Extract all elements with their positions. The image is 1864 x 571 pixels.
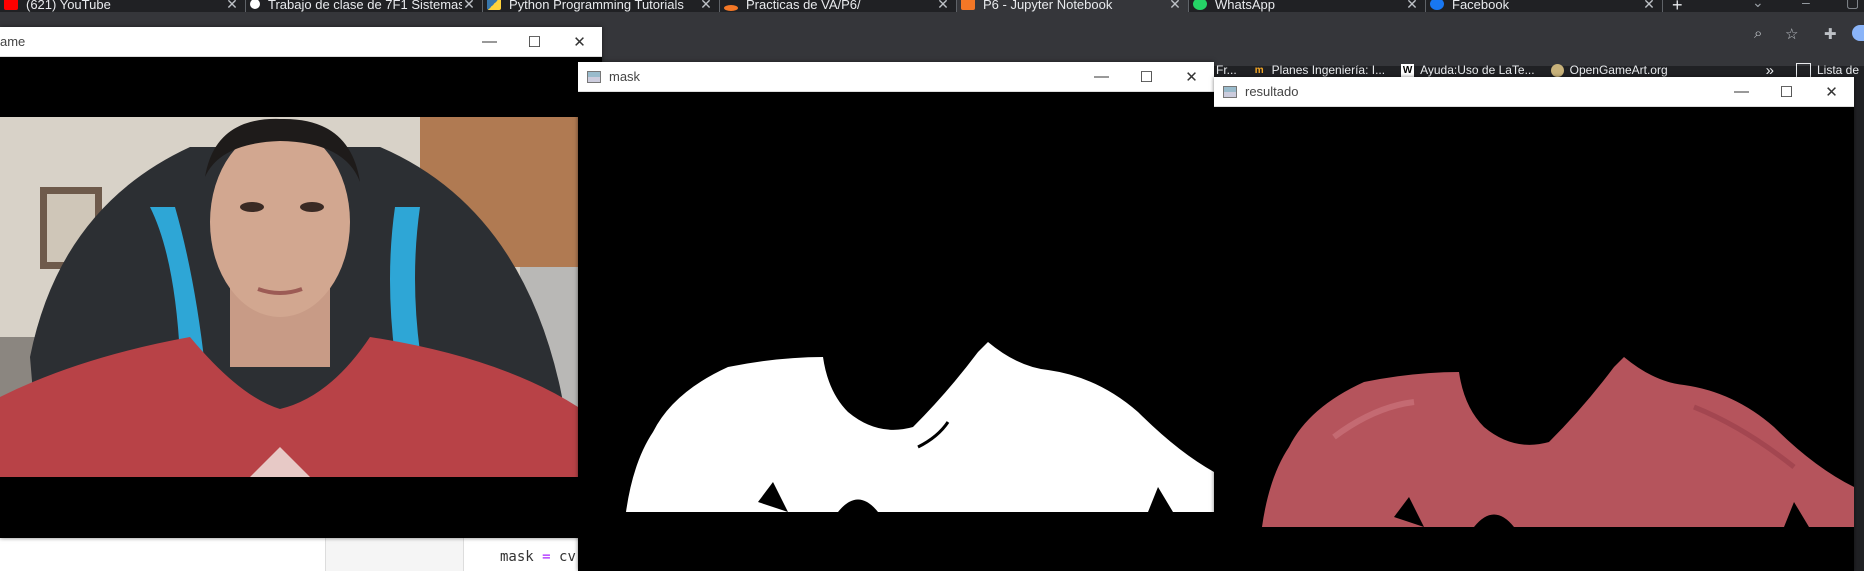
close-icon[interactable]: ✕ <box>557 33 602 51</box>
frame-window[interactable]: ame — ☐ ✕ <box>0 27 602 538</box>
close-icon[interactable]: ✕ <box>1169 68 1214 86</box>
extensions-icon[interactable]: ✚ <box>1824 25 1837 43</box>
browser-tab-strip: (621) YouTube ✕ Trabajo de clase de 7F1 … <box>0 0 1864 12</box>
minimize-icon[interactable]: — <box>467 33 512 50</box>
close-icon[interactable]: ✕ <box>225 0 239 12</box>
opengameart-icon <box>1550 63 1564 77</box>
maximize-icon[interactable]: ☐ <box>512 33 557 51</box>
code-call: cv <box>559 549 576 565</box>
star-icon[interactable]: ☆ <box>1785 25 1798 43</box>
frame-image <box>0 57 602 538</box>
binary-mask <box>578 92 1214 571</box>
user-icon <box>250 0 260 9</box>
close-icon[interactable]: ✕ <box>699 0 713 12</box>
tab-title: Python Programming Tutorials <box>509 0 684 12</box>
minimize-icon[interactable]: — <box>1079 68 1124 85</box>
close-icon[interactable]: ✕ <box>1405 0 1419 12</box>
bookmark-label: Ayuda:Uso de LaTe... <box>1420 63 1535 77</box>
close-icon[interactable]: ✕ <box>1168 0 1182 12</box>
tab-title: Trabajo de clase de 7F1 Sistemas <box>268 0 462 12</box>
jupyter-icon <box>724 5 738 11</box>
bookmarks-overflow-button[interactable]: » <box>1766 62 1774 79</box>
facebook-icon <box>1430 0 1444 10</box>
maximize-icon[interactable]: ☐ <box>1124 68 1169 86</box>
tab-search-icon[interactable]: ⌄ <box>1752 0 1764 11</box>
resultado-image <box>1214 107 1854 571</box>
mask-image <box>578 92 1214 571</box>
resultado-titlebar[interactable]: resultado — ☐ ✕ <box>1214 77 1854 107</box>
minimize-icon[interactable]: – <box>1802 0 1810 10</box>
maximize-icon[interactable]: ▢ <box>1846 0 1859 11</box>
whatsapp-icon <box>1193 0 1207 10</box>
mask-window[interactable]: mask — ☐ ✕ <box>578 62 1214 571</box>
window-title: mask <box>609 69 641 84</box>
bookmark-item[interactable]: m Planes Ingeniería: I... <box>1253 63 1385 77</box>
close-icon[interactable]: ✕ <box>462 0 476 12</box>
bookmark-item[interactable]: W Ayuda:Uso de LaTe... <box>1401 63 1535 77</box>
code-cell[interactable] <box>325 538 464 571</box>
camera-frame <box>0 57 602 538</box>
bookmark-label: Planes Ingeniería: I... <box>1271 63 1386 77</box>
maximize-icon[interactable]: ☐ <box>1764 83 1809 101</box>
zoom-icon[interactable]: ⌕ <box>1754 25 1762 42</box>
minimize-icon[interactable]: — <box>1719 83 1764 100</box>
new-tab-button[interactable]: + <box>1672 0 1683 12</box>
reading-list-icon <box>1796 62 1811 78</box>
python-icon <box>487 0 501 10</box>
bookmark-item[interactable]: Fr... <box>1216 63 1237 77</box>
youtube-icon <box>4 0 18 10</box>
code-line: mask = cv <box>500 549 576 565</box>
bookmark-label: OpenGameArt.org <box>1569 63 1668 77</box>
tab-title: Facebook <box>1452 0 1510 12</box>
tab-jupyter-notebook[interactable]: P6 - Jupyter Notebook ✕ <box>957 0 1189 12</box>
tab-title: (621) YouTube <box>26 0 111 12</box>
tab-title: WhatsApp <box>1215 0 1275 12</box>
io-icon: m <box>1254 64 1264 76</box>
code-operator: = <box>542 549 551 565</box>
resultado-window[interactable]: resultado — ☐ ✕ <box>1214 77 1854 571</box>
window-title: ame <box>0 34 26 49</box>
tab-title: Practicas de VA/P6/ <box>746 0 861 12</box>
tab-practicas[interactable]: Practicas de VA/P6/ ✕ <box>720 0 957 12</box>
avatar[interactable] <box>1852 25 1864 41</box>
bookmark-label: Fr... <box>1216 63 1237 77</box>
reading-list-label: Lista de <box>1817 63 1860 77</box>
tab-trabajo[interactable]: Trabajo de clase de 7F1 Sistemas ✕ <box>246 0 483 12</box>
window-app-icon <box>587 70 601 83</box>
tab-facebook[interactable]: Facebook ✕ <box>1426 0 1663 12</box>
mask-titlebar[interactable]: mask — ☐ ✕ <box>578 62 1214 92</box>
tab-whatsapp[interactable]: WhatsApp ✕ <box>1189 0 1426 12</box>
bookmark-item[interactable]: OpenGameArt.org <box>1550 63 1668 77</box>
tab-python-tutorials[interactable]: Python Programming Tutorials ✕ <box>483 0 720 12</box>
tab-youtube[interactable]: (621) YouTube ✕ <box>0 0 246 12</box>
code-variable: mask <box>500 549 534 565</box>
masked-result <box>1214 107 1854 571</box>
close-icon[interactable]: ✕ <box>936 0 950 12</box>
close-icon[interactable]: ✕ <box>1809 83 1854 101</box>
window-title: resultado <box>1245 84 1299 99</box>
jupyter-icon <box>961 0 975 10</box>
tab-title: P6 - Jupyter Notebook <box>983 0 1113 12</box>
wikipedia-icon: W <box>1401 63 1415 77</box>
close-icon[interactable]: ✕ <box>1642 0 1656 12</box>
frame-titlebar[interactable]: ame — ☐ ✕ <box>0 27 602 57</box>
window-app-icon <box>1223 85 1237 98</box>
reading-list-button[interactable]: Lista de <box>1796 62 1860 78</box>
